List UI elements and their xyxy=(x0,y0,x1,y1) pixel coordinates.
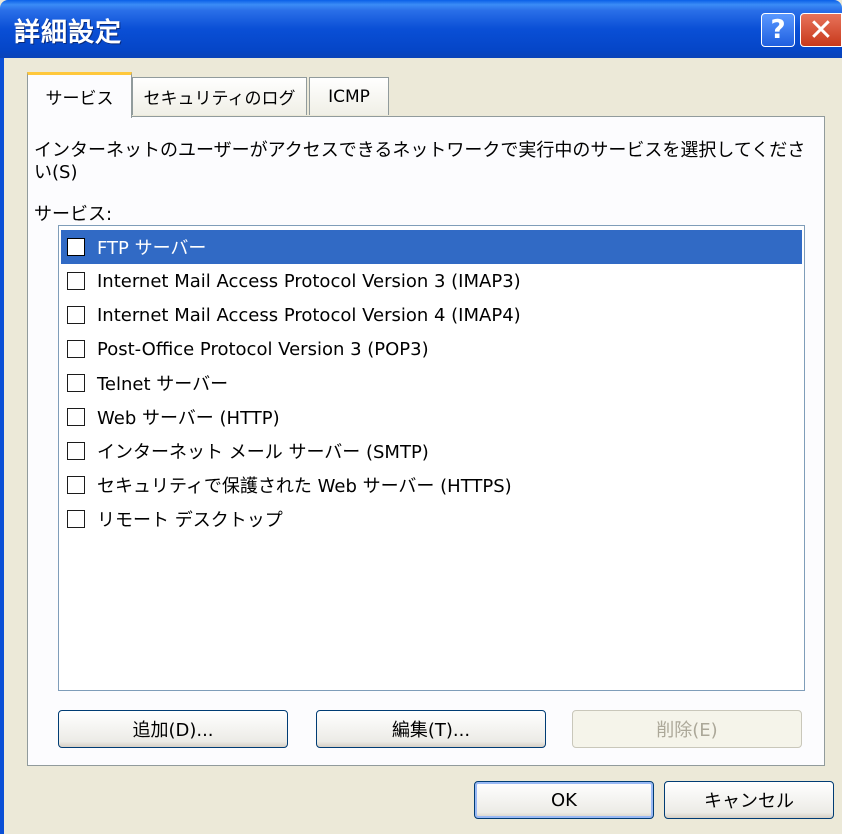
window-frame xyxy=(0,58,4,834)
service-checkbox[interactable] xyxy=(67,340,85,358)
help-button[interactable]: ? xyxy=(761,13,795,47)
list-item[interactable]: セキュリティで保護された Web サーバー (HTTPS) xyxy=(61,468,802,502)
list-item[interactable]: リモート デスクトップ xyxy=(61,502,802,536)
list-item[interactable]: Web サーバー (HTTP) xyxy=(61,400,802,434)
ok-button[interactable]: OK xyxy=(474,781,654,819)
service-checkbox[interactable] xyxy=(67,238,85,256)
cancel-button[interactable]: キャンセル xyxy=(664,781,834,819)
service-label: セキュリティで保護された Web サーバー (HTTPS) xyxy=(97,476,512,497)
service-checkbox[interactable] xyxy=(67,408,85,426)
tab-security-log[interactable]: セキュリティのログ xyxy=(132,77,307,115)
service-checkbox[interactable] xyxy=(67,272,85,290)
help-icon: ? xyxy=(770,15,786,45)
tab-label: セキュリティのログ xyxy=(143,89,296,109)
services-listbox[interactable]: FTP サーバー Internet Mail Access Protocol V… xyxy=(58,225,805,691)
close-icon: ✕ xyxy=(808,12,834,48)
list-item[interactable]: インターネット メール サーバー (SMTP) xyxy=(61,434,802,468)
service-checkbox[interactable] xyxy=(67,476,85,494)
title-bar[interactable]: 詳細設定 ? ✕ xyxy=(0,0,842,58)
list-item[interactable]: Post-Office Protocol Version 3 (POP3) xyxy=(61,332,802,366)
list-item[interactable]: Internet Mail Access Protocol Version 4 … xyxy=(61,298,802,332)
list-item[interactable]: Internet Mail Access Protocol Version 3 … xyxy=(61,264,802,298)
service-label: Post-Office Protocol Version 3 (POP3) xyxy=(97,338,429,360)
service-checkbox[interactable] xyxy=(67,510,85,528)
window-title: 詳細設定 xyxy=(14,18,123,48)
service-label: Internet Mail Access Protocol Version 3 … xyxy=(97,270,521,292)
service-checkbox[interactable] xyxy=(67,374,85,392)
tab-icmp[interactable]: ICMP xyxy=(309,77,389,115)
edit-button[interactable]: 編集(T)... xyxy=(316,710,546,748)
tab-services[interactable]: サービス xyxy=(27,72,132,118)
tab-label: ICMP xyxy=(328,86,370,107)
tab-label: サービス xyxy=(45,89,114,109)
service-label: リモート デスクトップ xyxy=(97,510,283,531)
delete-button[interactable]: 削除(E) xyxy=(572,710,802,748)
list-item[interactable]: FTP サーバー xyxy=(61,230,802,264)
add-button[interactable]: 追加(D)... xyxy=(58,710,288,748)
service-label: Internet Mail Access Protocol Version 4 … xyxy=(97,304,521,326)
services-label: サービス: xyxy=(34,204,113,225)
service-label: Telnet サーバー xyxy=(97,374,229,395)
list-item[interactable]: Telnet サーバー xyxy=(61,366,802,400)
service-label: FTP サーバー xyxy=(97,238,207,259)
service-checkbox[interactable] xyxy=(67,442,85,460)
services-description: インターネットのユーザーがアクセスできるネットワークで実行中のサービスを選択して… xyxy=(34,140,806,183)
close-button[interactable]: ✕ xyxy=(800,12,842,48)
service-label: Web サーバー (HTTP) xyxy=(97,408,280,429)
service-label: インターネット メール サーバー (SMTP) xyxy=(97,442,429,463)
service-checkbox[interactable] xyxy=(67,306,85,324)
